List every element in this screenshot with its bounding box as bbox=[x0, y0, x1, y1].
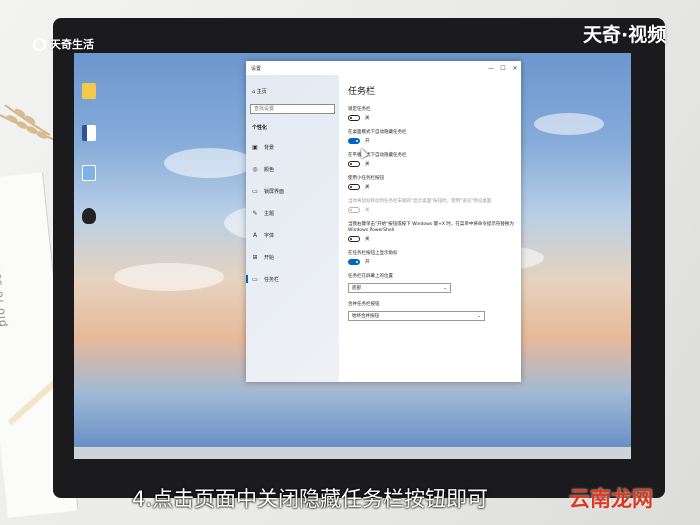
title-bar: 设置 — ☐ ✕ bbox=[246, 61, 521, 75]
nav-section-title: 个性化 bbox=[252, 125, 268, 131]
word-doc-icon[interactable] bbox=[82, 125, 96, 141]
close-button[interactable]: ✕ bbox=[509, 65, 521, 72]
maximize-button[interactable]: ☐ bbox=[497, 65, 509, 72]
select-value: 始终合并按钮 bbox=[352, 314, 379, 319]
option-label: 锁定任务栏 bbox=[348, 107, 371, 112]
image-icon: ▣ bbox=[252, 143, 258, 151]
qq-icon[interactable] bbox=[82, 208, 96, 224]
powershell-replace-toggle[interactable] bbox=[348, 236, 360, 242]
computer-icon[interactable] bbox=[82, 165, 96, 181]
settings-search-input[interactable]: 查找设置 bbox=[250, 104, 335, 114]
dried-plant-decoration bbox=[0, 104, 56, 141]
watermark: 云南龙网 bbox=[569, 487, 653, 511]
option-label: 使用小任务栏按钮 bbox=[348, 176, 384, 181]
window-title: 设置 bbox=[251, 65, 262, 72]
brand-logo-right: 天奇·视频 bbox=[583, 24, 667, 46]
taskbar-icon: ▭ bbox=[252, 275, 258, 283]
palette-icon: ◎ bbox=[252, 165, 258, 173]
taskbar-location-select[interactable]: 底部 ⌄ bbox=[348, 283, 451, 293]
select-value: 底部 bbox=[352, 286, 361, 291]
nav-home[interactable]: ⌂ 主页 bbox=[252, 88, 267, 95]
auto-hide-taskbar-desktop-toggle[interactable] bbox=[348, 138, 360, 144]
sidebar-item-label: 字体 bbox=[264, 232, 275, 239]
brush-icon: ✎ bbox=[252, 209, 258, 217]
brand-mark-icon bbox=[33, 37, 46, 51]
brand-left-text: 天奇生活 bbox=[50, 38, 94, 51]
toggle-state: 关 bbox=[365, 162, 370, 167]
option-label: 当你将鼠标移动到任务栏末端的"显示桌面"按钮时，使用"速览"预览桌面 bbox=[348, 199, 492, 204]
sidebar-item-background[interactable]: ▣ 背景 bbox=[246, 141, 339, 153]
peek-preview-toggle bbox=[348, 207, 360, 213]
home-icon: ⌂ bbox=[252, 89, 256, 95]
sidebar-item-colors[interactable]: ◎ 颜色 bbox=[246, 163, 339, 175]
taskbar-strip bbox=[74, 447, 631, 459]
taskbar-location-label: 任务栏在屏幕上的位置 bbox=[348, 274, 393, 279]
minimize-button[interactable]: — bbox=[485, 65, 497, 72]
combine-buttons-select[interactable]: 始终合并按钮 ⌄ bbox=[348, 311, 485, 321]
page-title: 任务栏 bbox=[348, 87, 376, 97]
lock-taskbar-toggle[interactable] bbox=[348, 115, 360, 121]
option-label: 当我右键单击"开始"按钮或按下 Windows 键+X 时，在菜单中将命令提示符… bbox=[348, 222, 514, 233]
toggle-state: 关 bbox=[365, 208, 370, 213]
show-badges-toggle[interactable] bbox=[348, 259, 360, 265]
combine-buttons-label: 合并任务栏按钮 bbox=[348, 302, 380, 307]
sidebar-item-label: 主题 bbox=[264, 210, 275, 217]
sidebar-item-taskbar[interactable]: ▭ 任务栏 bbox=[246, 273, 339, 285]
toggle-state: 开 bbox=[365, 260, 370, 265]
font-icon: A bbox=[252, 231, 258, 239]
sidebar-item-label: 开始 bbox=[264, 254, 275, 261]
sidebar-item-fonts[interactable]: A 字体 bbox=[246, 229, 339, 241]
sidebar-item-label: 颜色 bbox=[264, 166, 275, 173]
chevron-down-icon: ⌄ bbox=[477, 313, 481, 319]
auto-hide-taskbar-tablet-toggle[interactable] bbox=[348, 161, 360, 167]
settings-content: 任务栏 锁定任务栏 关 在桌面模式下自动隐藏任务栏 开 在平板模式下自动隐藏任务… bbox=[348, 75, 516, 330]
settings-sidebar: ⌂ 主页 查找设置 个性化 ▣ 背景 ◎ 颜色 ▭ 锁屏界面 ✎ 主题 A 字体… bbox=[246, 75, 339, 382]
notebook-text: plo fo ssaueddey bbox=[0, 217, 9, 328]
toggle-state: 开 bbox=[365, 139, 370, 144]
folder-icon[interactable] bbox=[82, 83, 96, 99]
sidebar-item-themes[interactable]: ✎ 主题 bbox=[246, 207, 339, 219]
sidebar-item-lock-screen[interactable]: ▭ 锁屏界面 bbox=[246, 185, 339, 197]
chevron-down-icon: ⌄ bbox=[443, 285, 447, 291]
toggle-state: 关 bbox=[365, 185, 370, 190]
small-taskbar-buttons-toggle[interactable] bbox=[348, 184, 360, 190]
sidebar-item-label: 背景 bbox=[264, 144, 275, 151]
option-label: 在桌面模式下自动隐藏任务栏 bbox=[348, 130, 407, 135]
sidebar-item-start[interactable]: ⊞ 开始 bbox=[246, 251, 339, 263]
start-icon: ⊞ bbox=[252, 253, 258, 261]
nav-home-label: 主页 bbox=[256, 89, 267, 95]
sidebar-item-label: 锁屏界面 bbox=[264, 188, 285, 195]
lock-screen-icon: ▭ bbox=[252, 187, 258, 195]
option-label: 在任务栏按钮上显示角标 bbox=[348, 251, 398, 256]
option-label: 在平板模式下自动隐藏任务栏 bbox=[348, 153, 407, 158]
brand-logo-left: 天奇生活 bbox=[33, 36, 94, 52]
toggle-state: 关 bbox=[365, 237, 370, 242]
toggle-state: 关 bbox=[365, 116, 370, 121]
video-caption: 4.点击页面中关闭隐藏任务栏按钮即可 bbox=[132, 487, 489, 511]
settings-window: 设置 — ☐ ✕ ⌂ 主页 查找设置 个性化 ▣ 背景 ◎ 颜色 ▭ 锁屏界面 … bbox=[246, 61, 521, 382]
sidebar-item-label: 任务栏 bbox=[264, 276, 280, 283]
